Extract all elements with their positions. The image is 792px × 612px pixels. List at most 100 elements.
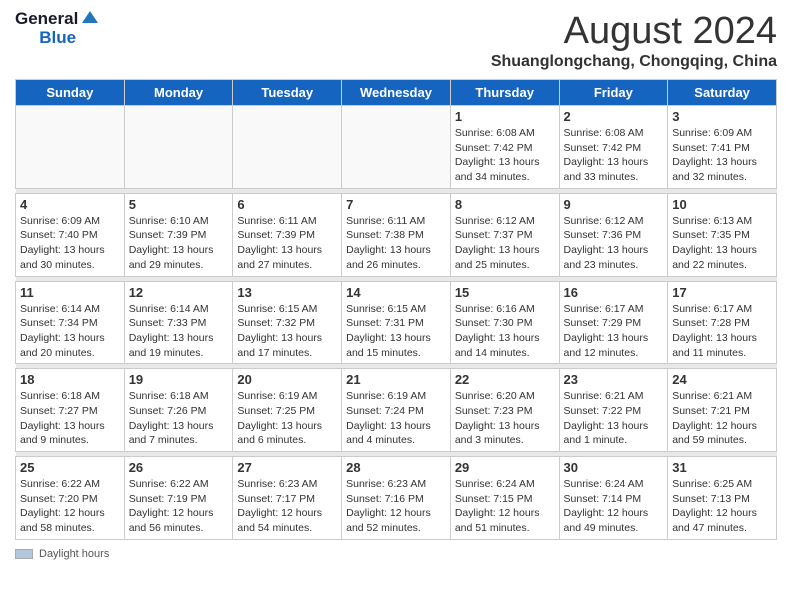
logo-arrow-icon [80, 7, 100, 27]
day-info: Sunrise: 6:25 AMSunset: 7:13 PMDaylight:… [672, 477, 772, 536]
day-number: 18 [20, 372, 120, 387]
calendar-cell: 11 Sunrise: 6:14 AMSunset: 7:34 PMDayligh… [16, 281, 125, 364]
day-number: 3 [672, 109, 772, 124]
calendar-cell: 3 Sunrise: 6:09 AMSunset: 7:41 PMDaylight… [668, 106, 777, 189]
calendar-cell [124, 106, 233, 189]
day-info: Sunrise: 6:09 AMSunset: 7:41 PMDaylight:… [672, 126, 772, 185]
calendar-table: SundayMondayTuesdayWednesdayThursdayFrid… [15, 79, 777, 540]
day-info: Sunrise: 6:23 AMSunset: 7:17 PMDaylight:… [237, 477, 337, 536]
weekday-header: Monday [124, 80, 233, 106]
calendar-cell [342, 106, 451, 189]
weekday-header: Friday [559, 80, 668, 106]
logo: General Blue [15, 10, 100, 47]
calendar-cell: 19 Sunrise: 6:18 AMSunset: 7:26 PMDayligh… [124, 369, 233, 452]
day-number: 21 [346, 372, 446, 387]
calendar-cell: 20 Sunrise: 6:19 AMSunset: 7:25 PMDayligh… [233, 369, 342, 452]
month-title: August 2024 [491, 10, 777, 53]
day-number: 14 [346, 285, 446, 300]
title-block: August 2024 Shuanglongchang, Chongqing, … [491, 10, 777, 71]
day-number: 10 [672, 197, 772, 212]
weekday-header: Wednesday [342, 80, 451, 106]
day-info: Sunrise: 6:21 AMSunset: 7:22 PMDaylight:… [564, 389, 664, 448]
legend: Daylight hours [15, 548, 777, 560]
calendar-cell [16, 106, 125, 189]
calendar-cell: 22 Sunrise: 6:20 AMSunset: 7:23 PMDayligh… [450, 369, 559, 452]
calendar-cell: 25Sunrise: 6:22 AMSunset: 7:20 PMDayligh… [16, 457, 125, 540]
page-container: General Blue August 2024 Shuanglongchang… [0, 0, 792, 570]
day-number: 9 [564, 197, 664, 212]
calendar-cell: 13 Sunrise: 6:15 AMSunset: 7:32 PMDayligh… [233, 281, 342, 364]
day-info: Sunrise: 6:09 AMSunset: 7:40 PMDaylight:… [20, 214, 120, 273]
calendar-cell: 21 Sunrise: 6:19 AMSunset: 7:24 PMDayligh… [342, 369, 451, 452]
calendar-cell: 24 Sunrise: 6:21 AMSunset: 7:21 PMDayligh… [668, 369, 777, 452]
day-info: Sunrise: 6:18 AMSunset: 7:27 PMDaylight:… [20, 389, 120, 448]
day-info: Sunrise: 6:13 AMSunset: 7:35 PMDaylight:… [672, 214, 772, 273]
day-number: 30 [564, 460, 664, 475]
day-info: Sunrise: 6:14 AMSunset: 7:34 PMDaylight:… [20, 302, 120, 361]
day-info: Sunrise: 6:15 AMSunset: 7:32 PMDaylight:… [237, 302, 337, 361]
day-info: Sunrise: 6:23 AMSunset: 7:16 PMDaylight:… [346, 477, 446, 536]
calendar-cell: 12Sunrise: 6:14 AMSunset: 7:33 PMDayligh… [124, 281, 233, 364]
day-number: 4 [20, 197, 120, 212]
day-number: 8 [455, 197, 555, 212]
day-info: Sunrise: 6:17 AMSunset: 7:29 PMDaylight:… [564, 302, 664, 361]
day-info: Sunrise: 6:16 AMSunset: 7:30 PMDaylight:… [455, 302, 555, 361]
day-number: 22 [455, 372, 555, 387]
calendar-cell: 10 Sunrise: 6:13 AMSunset: 7:35 PMDayligh… [668, 193, 777, 276]
calendar-cell: 4 Sunrise: 6:09 AMSunset: 7:40 PMDaylight… [16, 193, 125, 276]
day-number: 19 [129, 372, 229, 387]
day-info: Sunrise: 6:24 AMSunset: 7:15 PMDaylight:… [455, 477, 555, 536]
calendar-week-row: 25Sunrise: 6:22 AMSunset: 7:20 PMDayligh… [16, 457, 777, 540]
calendar-cell: 1Sunrise: 6:08 AMSunset: 7:42 PMDaylight… [450, 106, 559, 189]
page-header: General Blue August 2024 Shuanglongchang… [15, 10, 777, 71]
location: Shuanglongchang, Chongqing, China [491, 53, 777, 71]
weekday-header: Thursday [450, 80, 559, 106]
day-info: Sunrise: 6:12 AMSunset: 7:36 PMDaylight:… [564, 214, 664, 273]
calendar-cell: 29 Sunrise: 6:24 AMSunset: 7:15 PMDayligh… [450, 457, 559, 540]
day-number: 31 [672, 460, 772, 475]
day-number: 12 [129, 285, 229, 300]
day-number: 28 [346, 460, 446, 475]
logo-text-general: General [15, 10, 78, 29]
day-info: Sunrise: 6:22 AMSunset: 7:19 PMDaylight:… [129, 477, 229, 536]
day-info: Sunrise: 6:11 AMSunset: 7:39 PMDaylight:… [237, 214, 337, 273]
day-number: 16 [564, 285, 664, 300]
calendar-cell: 18 Sunrise: 6:18 AMSunset: 7:27 PMDayligh… [16, 369, 125, 452]
weekday-header: Saturday [668, 80, 777, 106]
day-info: Sunrise: 6:21 AMSunset: 7:21 PMDaylight:… [672, 389, 772, 448]
day-number: 29 [455, 460, 555, 475]
day-number: 26 [129, 460, 229, 475]
day-number: 23 [564, 372, 664, 387]
day-number: 17 [672, 285, 772, 300]
weekday-header: Tuesday [233, 80, 342, 106]
calendar-cell: 2Sunrise: 6:08 AMSunset: 7:42 PMDaylight… [559, 106, 668, 189]
legend-label: Daylight hours [39, 548, 109, 560]
logo-text-blue: Blue [39, 29, 76, 48]
calendar-cell: 28 Sunrise: 6:23 AMSunset: 7:16 PMDayligh… [342, 457, 451, 540]
day-number: 20 [237, 372, 337, 387]
calendar-cell: 27 Sunrise: 6:23 AMSunset: 7:17 PMDayligh… [233, 457, 342, 540]
day-info: Sunrise: 6:10 AMSunset: 7:39 PMDaylight:… [129, 214, 229, 273]
day-number: 27 [237, 460, 337, 475]
day-number: 11 [20, 285, 120, 300]
day-info: Sunrise: 6:12 AMSunset: 7:37 PMDaylight:… [455, 214, 555, 273]
calendar-cell: 31 Sunrise: 6:25 AMSunset: 7:13 PMDayligh… [668, 457, 777, 540]
day-info: Sunrise: 6:24 AMSunset: 7:14 PMDaylight:… [564, 477, 664, 536]
day-info: Sunrise: 6:22 AMSunset: 7:20 PMDaylight:… [20, 477, 120, 536]
calendar-cell: 23 Sunrise: 6:21 AMSunset: 7:22 PMDayligh… [559, 369, 668, 452]
calendar-cell: 5 Sunrise: 6:10 AMSunset: 7:39 PMDaylight… [124, 193, 233, 276]
day-info: Sunrise: 6:15 AMSunset: 7:31 PMDaylight:… [346, 302, 446, 361]
day-info: Sunrise: 6:19 AMSunset: 7:25 PMDaylight:… [237, 389, 337, 448]
day-number: 5 [129, 197, 229, 212]
day-number: 13 [237, 285, 337, 300]
day-info: Sunrise: 6:08 AMSunset: 7:42 PMDaylight:… [455, 126, 555, 185]
calendar-cell: 16 Sunrise: 6:17 AMSunset: 7:29 PMDayligh… [559, 281, 668, 364]
calendar-week-row: 4 Sunrise: 6:09 AMSunset: 7:40 PMDaylight… [16, 193, 777, 276]
day-info: Sunrise: 6:20 AMSunset: 7:23 PMDaylight:… [455, 389, 555, 448]
day-number: 24 [672, 372, 772, 387]
day-info: Sunrise: 6:19 AMSunset: 7:24 PMDaylight:… [346, 389, 446, 448]
calendar-cell: 14 Sunrise: 6:15 AMSunset: 7:31 PMDayligh… [342, 281, 451, 364]
calendar-week-row: 18 Sunrise: 6:18 AMSunset: 7:27 PMDayligh… [16, 369, 777, 452]
day-number: 15 [455, 285, 555, 300]
day-info: Sunrise: 6:18 AMSunset: 7:26 PMDaylight:… [129, 389, 229, 448]
